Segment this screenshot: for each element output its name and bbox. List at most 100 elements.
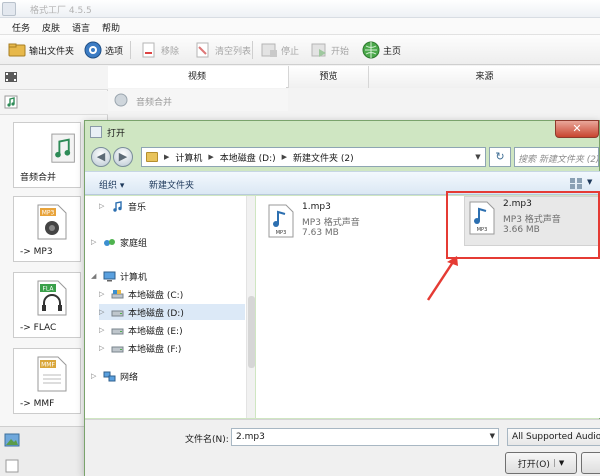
tile-to-mp3[interactable]: MP3 -> MP3: [13, 196, 81, 262]
menu-skin[interactable]: 皮肤: [36, 18, 66, 34]
clear-list-icon: [196, 42, 209, 58]
stop-button[interactable]: 停止: [260, 40, 299, 60]
picture-icon: [4, 433, 20, 447]
chevron-down-icon[interactable]: ▼: [471, 153, 485, 161]
refresh-icon: ↻: [495, 150, 505, 163]
tile-to-flac[interactable]: FLA -> FLAC: [13, 272, 81, 338]
back-button[interactable]: ◀: [91, 147, 111, 167]
output-folder-button[interactable]: 输出文件夹: [8, 40, 74, 60]
breadcrumb-arrow-icon: ▶: [281, 153, 288, 161]
file-size: 7.63 MB: [302, 228, 339, 238]
column-source[interactable]: 来源: [368, 66, 600, 88]
open-file-dialog: 打开 ✕ ◀ ▶ ▶ 计算机 ▶ 本地磁盘 (D:) ▶ 新建文件夹 (2) ▼…: [84, 120, 600, 476]
category-audio[interactable]: [0, 91, 108, 115]
options-button[interactable]: 选项: [84, 40, 123, 60]
audio-subcategory-row[interactable]: 音频合并: [108, 89, 288, 111]
open-button-label: 打开(O): [517, 459, 550, 470]
breadcrumb-arrow-icon: ▶: [208, 153, 214, 161]
nav-music[interactable]: ▷ 音乐: [99, 198, 146, 214]
filename-input[interactable]: 2.mp3 ▼: [231, 428, 499, 446]
stop-icon: [261, 43, 277, 57]
bottom-left-panel: [0, 426, 84, 476]
view-chevron-down-icon[interactable]: ▼: [587, 178, 592, 186]
system-drive-icon: [111, 289, 124, 298]
nav-drive-e[interactable]: ▷ 本地磁盘 (E:): [99, 322, 183, 338]
document-icon: [5, 459, 19, 473]
app-icon: [2, 2, 16, 16]
highlight-rectangle: [446, 191, 600, 259]
category-video[interactable]: [0, 66, 108, 90]
mp3-file-icon: MP3: [268, 204, 294, 238]
chevron-down-icon[interactable]: ▼: [490, 432, 495, 440]
expand-arrow-icon: ▷: [91, 372, 97, 380]
menu-task[interactable]: 任务: [6, 18, 36, 34]
organize-button[interactable]: 组织 ▾: [99, 178, 124, 191]
speaker-file-icon: MP3: [37, 204, 67, 240]
open-button[interactable]: 打开(O) ▼: [505, 452, 577, 474]
back-arrow-icon: ◀: [96, 150, 106, 163]
breadcrumb-current-folder[interactable]: 新建文件夹 (2): [293, 151, 354, 164]
breadcrumb[interactable]: ▶ 计算机 ▶ 本地磁盘 (D:) ▶ 新建文件夹 (2) ▼: [141, 147, 486, 167]
music-note-icon: [113, 200, 122, 212]
nav-drive-e-label: 本地磁盘 (E:): [128, 326, 183, 337]
drive-icon: [111, 346, 124, 352]
stop-label: 停止: [281, 46, 300, 57]
refresh-button[interactable]: ↻: [489, 147, 511, 167]
expand-arrow-icon: ▷: [99, 202, 105, 210]
nav-drive-d[interactable]: ▷ 本地磁盘 (D:): [99, 304, 245, 320]
mp3-icon-text: MP3: [276, 230, 287, 236]
menu-language[interactable]: 语言: [66, 18, 96, 34]
file-type: MP3 格式声音: [302, 218, 360, 228]
file-type-filter[interactable]: All Supported Audio: [507, 428, 600, 446]
headphones-file-icon: FLA: [37, 280, 67, 316]
nav-network[interactable]: ▷ 网络: [91, 368, 138, 384]
document-file-icon: MMF: [37, 356, 67, 392]
tile-to-mmf-label: -> MMF: [20, 399, 55, 409]
collapse-arrow-icon: ◢: [91, 272, 97, 280]
close-button[interactable]: ✕: [555, 120, 599, 138]
search-input[interactable]: 搜索 新建文件夹 (2): [514, 147, 599, 167]
tile-to-mp3-label: -> MP3: [20, 247, 53, 257]
open-split-chevron-icon[interactable]: ▼: [553, 459, 564, 467]
nav-computer[interactable]: ◢ 计算机: [91, 268, 147, 284]
breadcrumb-drive-d[interactable]: 本地磁盘 (D:): [220, 151, 276, 164]
network-icon: [103, 371, 116, 381]
nav-drive-c[interactable]: ▷ 本地磁盘 (C:): [99, 286, 183, 302]
mmf-badge-text: MMF: [41, 362, 55, 369]
start-label: 开始: [331, 46, 350, 57]
file-item-1[interactable]: MP3 1.mp3 MP3 格式声音 7.63 MB: [268, 200, 418, 252]
cancel-button[interactable]: [581, 452, 600, 474]
start-button[interactable]: 开始: [310, 40, 349, 60]
nav-music-label: 音乐: [128, 202, 147, 213]
nav-drive-f[interactable]: ▷ 本地磁盘 (F:): [99, 340, 181, 356]
app-title: 格式工厂 4.5.5: [30, 6, 92, 16]
tile-to-mmf[interactable]: MMF -> MMF: [13, 348, 81, 414]
new-folder-button[interactable]: 新建文件夹: [149, 178, 194, 191]
nav-network-label: 网络: [120, 372, 139, 383]
breadcrumb-arrow-icon: ▶: [164, 153, 170, 161]
folder-icon: [146, 152, 158, 162]
tile-audio-merge[interactable]: 音频合并: [13, 122, 81, 188]
options-label: 选项: [105, 46, 124, 57]
remove-button[interactable]: 移除: [140, 40, 179, 60]
home-button[interactable]: 主页: [362, 40, 401, 60]
dialog-titlebar[interactable]: 打开 ✕: [85, 120, 600, 143]
tile-to-flac-label: -> FLAC: [20, 323, 57, 333]
column-preview[interactable]: 预览: [288, 66, 368, 88]
main-toolbar: 输出文件夹 选项 移除 清空列表 停止 开始 主页: [0, 35, 600, 65]
nav-scrollbar[interactable]: [246, 196, 255, 418]
nav-scrollbar-thumb[interactable]: [248, 296, 255, 368]
breadcrumb-computer[interactable]: 计算机: [175, 151, 202, 164]
forward-button[interactable]: ▶: [113, 147, 133, 167]
film-icon: [5, 72, 17, 82]
nav-drive-d-label: 本地磁盘 (D:): [128, 308, 184, 319]
homegroup-icon: [104, 238, 115, 246]
view-options-icon[interactable]: [569, 177, 583, 190]
folder-icon: [8, 43, 26, 57]
nav-homegroup[interactable]: ▷ 家庭组: [91, 234, 147, 250]
forward-arrow-icon: ▶: [118, 150, 128, 163]
nav-computer-label: 计算机: [120, 272, 148, 283]
menu-help[interactable]: 帮助: [96, 18, 126, 34]
clear-list-button[interactable]: 清空列表: [194, 40, 251, 60]
nav-drive-c-label: 本地磁盘 (C:): [128, 290, 184, 301]
